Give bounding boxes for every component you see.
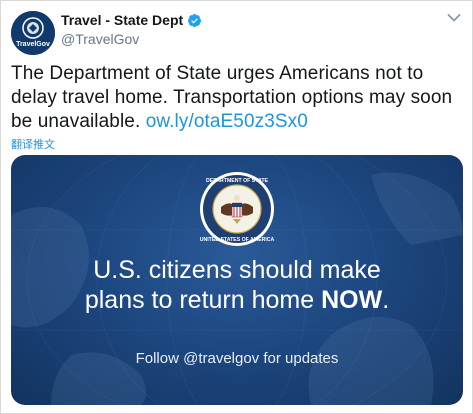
headline-line-2-suffix: .: [382, 286, 390, 314]
headline-emphasis: NOW: [321, 286, 383, 314]
headline-line-2-prefix: plans to return home: [84, 286, 322, 314]
media-headline: U.S. citizens should make plans to retur…: [11, 255, 463, 315]
tweet-card: TravelGov Travel - State Dept @TravelGov…: [0, 0, 473, 414]
state-seal-icon: DEPARTMENT OF STATE UNITED STATES OF AME…: [200, 172, 275, 246]
seal-text-bottom: UNITED STATES OF AMERICA: [200, 237, 275, 243]
headline-line-1: U.S. citizens should make: [93, 256, 381, 284]
tweet-media-image[interactable]: DEPARTMENT OF STATE UNITED STATES OF AME…: [11, 155, 463, 405]
author-name-row: Travel - State Dept: [61, 12, 202, 28]
tweet-text: The Department of State urges Americans …: [11, 62, 466, 134]
chevron-down-icon[interactable]: [447, 13, 461, 23]
avatar-caption: TravelGov: [16, 41, 50, 48]
media-subline: Follow @travelgov for updates: [135, 350, 339, 367]
handle[interactable]: @TravelGov: [61, 31, 139, 47]
display-name[interactable]: Travel - State Dept: [61, 12, 183, 28]
seal-text-top: DEPARTMENT OF STATE: [206, 178, 268, 184]
verified-badge-icon: [188, 13, 202, 27]
tweet-link[interactable]: ow.ly/otaE50z3Sx0: [146, 111, 308, 132]
avatar[interactable]: TravelGov: [11, 11, 55, 55]
state-seal-avatar-icon: TravelGov: [11, 11, 55, 55]
translate-tweet-link[interactable]: 翻译推文: [11, 136, 55, 152]
headline-line-2: plans to return home NOW.: [11, 285, 463, 315]
